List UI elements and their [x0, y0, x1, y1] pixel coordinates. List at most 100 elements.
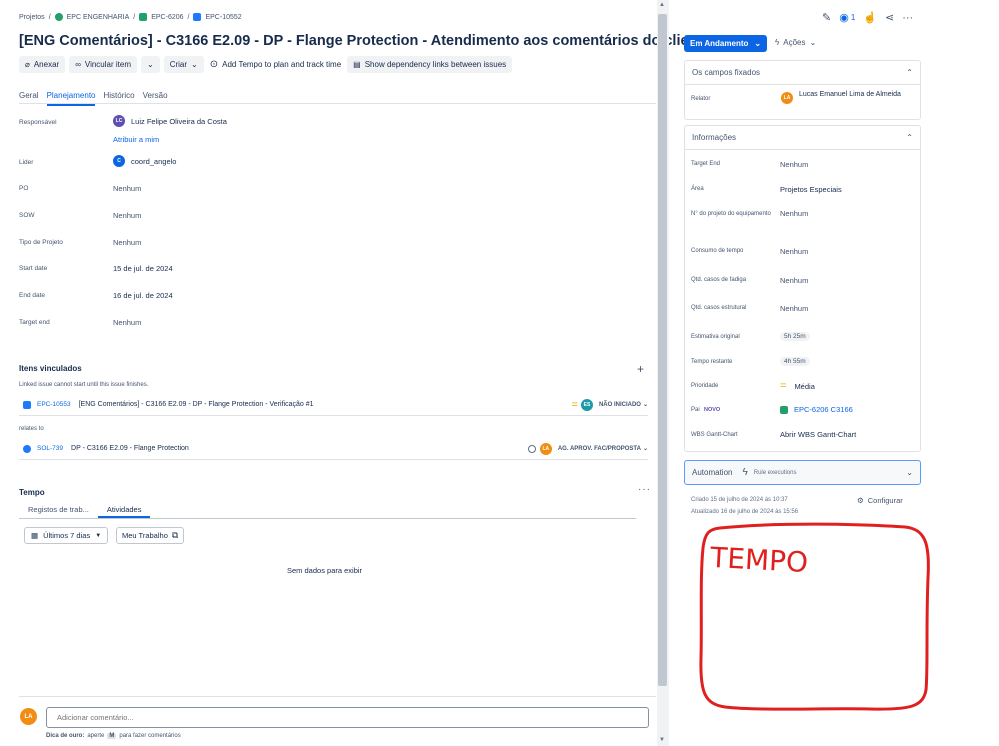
subtask-icon [23, 400, 31, 409]
watch-button[interactable]: ◉ 1 [839, 11, 855, 24]
chevron-up-icon: ⌃ [906, 68, 913, 77]
actions-button[interactable]: ϟ Ações ⌄ [775, 38, 816, 47]
linked-issue-summary[interactable]: [ENG Comentários] - C3166 E2.09 - DP - F… [79, 401, 314, 408]
info-header[interactable]: Informações ⌃ [685, 126, 920, 150]
add-time-button[interactable]: ⊙ Add Tempo to plan and track time [208, 56, 343, 73]
priority-value[interactable]: = Média [780, 380, 815, 392]
pinned-fields-panel: Os campos fixados ⌃ Relator LA Lucas Ema… [684, 60, 921, 120]
automation-panel[interactable]: Automation ϟ Rule executions ⌄ [684, 460, 921, 485]
breadcrumb-issue[interactable]: EPC-10552 [205, 14, 241, 21]
avatar: LC [113, 115, 125, 127]
target-end-value[interactable]: Nenhum [780, 160, 808, 169]
remaining-time-value[interactable]: 4h 55m [780, 357, 810, 366]
breadcrumb-parent[interactable]: EPC-6206 [151, 14, 183, 21]
annotation-text: TEMPO [708, 541, 808, 579]
paperclip-icon: ⌀ [25, 60, 30, 69]
linked-issue-key[interactable]: EPC-10553 [37, 401, 71, 408]
breadcrumb-project[interactable]: EPC ENGENHARIA [67, 14, 130, 21]
add-link-icon[interactable]: + [637, 362, 644, 376]
gear-icon: ⚙ [857, 496, 864, 505]
scroll-down-icon[interactable]: ▼ [659, 737, 665, 743]
time-consumption-value[interactable]: Nenhum [780, 247, 808, 256]
avatar: C [113, 155, 125, 167]
original-estimate-value[interactable]: 5h 25m [780, 332, 810, 341]
field-label-sow: SOW [19, 212, 35, 219]
megaphone-icon[interactable]: ✎ [822, 11, 831, 24]
field-sow[interactable]: Nenhum [113, 211, 141, 220]
chevron-down-icon: ⌄ [146, 60, 154, 69]
remaining-time-label: Tempo restante [691, 359, 733, 365]
linked-issue-row[interactable]: SOL-739 DP - C3166 E2.09 - Flange Protec… [19, 438, 648, 460]
comment-divider [19, 696, 656, 697]
project-number-value[interactable]: Nenhum [780, 209, 808, 218]
field-label-lider: Lider [19, 159, 34, 166]
field-tipo-projeto[interactable]: Nenhum [113, 238, 141, 247]
linked-issue-summary[interactable]: DP - C3166 E2.09 - Flange Protection [71, 445, 189, 452]
linked-issue-row[interactable]: EPC-10553 [ENG Comentários] - C3166 E2.0… [19, 394, 648, 416]
calendar-icon: ▦ [31, 531, 39, 540]
share-icon[interactable]: ⋖ [885, 11, 894, 24]
scrollbar-thumb[interactable] [658, 14, 667, 686]
attach-button[interactable]: ⌀ Anexar [19, 56, 66, 73]
gantt-icon: ▤ [353, 60, 361, 69]
status-button[interactable]: Em Andamento ⌄ [684, 35, 768, 52]
fatigue-cases-value[interactable]: Nenhum [780, 276, 808, 285]
link-type-label: Linked issue cannot start until this iss… [19, 382, 149, 388]
eye-icon: ◉ [839, 12, 849, 24]
wbs-link[interactable]: Abrir WBS Gantt-Chart [780, 430, 856, 439]
area-value[interactable]: Projetos Especiais [780, 185, 842, 194]
tab-atividades[interactable]: Atividades [97, 503, 151, 518]
comment-input[interactable] [46, 707, 649, 728]
field-start-date[interactable]: 15 de jul. de 2024 [113, 264, 173, 273]
priority-medium-icon: = [571, 398, 578, 411]
comment-tip: Dica de ouro: aperte M para fazer coment… [46, 733, 181, 739]
avatar: LA [20, 708, 37, 725]
empty-state-text: Sem dados para exibir [287, 566, 363, 575]
status-badge[interactable]: NÃO INICIADO ⌄ [599, 401, 648, 409]
linked-issue-key[interactable]: SOL-739 [37, 445, 63, 452]
pinned-fields-header[interactable]: Os campos fixados ⌃ [685, 61, 920, 85]
thumbs-up-icon[interactable]: ☝ [863, 11, 877, 24]
field-lider[interactable]: C coord_angelo [113, 155, 176, 167]
assign-to-me-link[interactable]: Atribuir a mim [113, 135, 159, 144]
field-label-responsavel: Responsável [19, 119, 57, 126]
dependency-button[interactable]: ▤ Show dependency links between issues [347, 56, 513, 73]
automation-title: Automation [692, 468, 733, 477]
field-end-date[interactable]: 16 de jul. de 2024 [113, 291, 173, 300]
breadcrumb-projects[interactable]: Projetos [19, 14, 45, 21]
caret-down-icon: ▼ [95, 532, 102, 539]
more-icon[interactable]: ··· [902, 12, 913, 24]
field-responsavel[interactable]: LC Luiz Felipe Oliveira da Costa [113, 115, 227, 127]
status-badge[interactable]: AG. APROV. FAC/PROPOSTA ⌄ [558, 445, 648, 453]
parent-value[interactable]: EPC-6206 C3166 [780, 405, 853, 414]
field-label-target-end: Target end [19, 319, 50, 326]
header-actions: ✎ ◉ 1 ☝ ⋖ ··· [822, 11, 913, 25]
link-issue-button[interactable]: ∞ Vincular item [69, 56, 137, 73]
more-icon[interactable]: ··· [638, 484, 651, 495]
field-po[interactable]: Nenhum [113, 184, 141, 193]
tab-registos[interactable]: Registos de trab... [19, 503, 98, 518]
configure-button[interactable]: ⚙ Configurar [857, 496, 903, 505]
structural-cases-value[interactable]: Nenhum [780, 304, 808, 313]
new-badge: NOVO [704, 407, 721, 413]
link-type-label: relates to [19, 426, 44, 432]
field-label-po: PO [19, 185, 29, 192]
target-end-label: Target End [691, 161, 721, 167]
responsavel-value: Luiz Felipe Oliveira da Costa [131, 116, 227, 126]
relator-value[interactable]: Lucas Emanuel Lima de Almeida [799, 91, 909, 99]
scroll-up-icon[interactable]: ▲ [659, 2, 665, 8]
my-work-button[interactable]: Meu Trabalho ⧉ [116, 527, 185, 544]
issue-title[interactable]: [ENG Comentários] - C3166 E2.09 - DP - F… [19, 33, 710, 49]
breadcrumb: Projetos / EPC ENGENHARIA / EPC-6206/ EPC-… [19, 13, 242, 21]
date-range-select[interactable]: ▦ Últimos 7 dias ▼ [24, 527, 109, 544]
clock-check-icon: ⊙ [209, 59, 219, 70]
link-dropdown-button[interactable]: ⌄ [140, 56, 160, 73]
chevron-down-icon: ⌄ [642, 446, 648, 452]
tempo-tabs: Registos de trab... Atividades [19, 503, 636, 519]
avatar: LA [781, 92, 793, 104]
info-panel: Informações ⌃ Target End Nenhum Área Pro… [684, 125, 921, 452]
create-button[interactable]: Criar ⌄ [163, 56, 204, 73]
shortcut-key: M [107, 733, 117, 739]
field-target-end[interactable]: Nenhum [113, 318, 141, 327]
rule-executions-label: Rule executions [753, 469, 797, 476]
